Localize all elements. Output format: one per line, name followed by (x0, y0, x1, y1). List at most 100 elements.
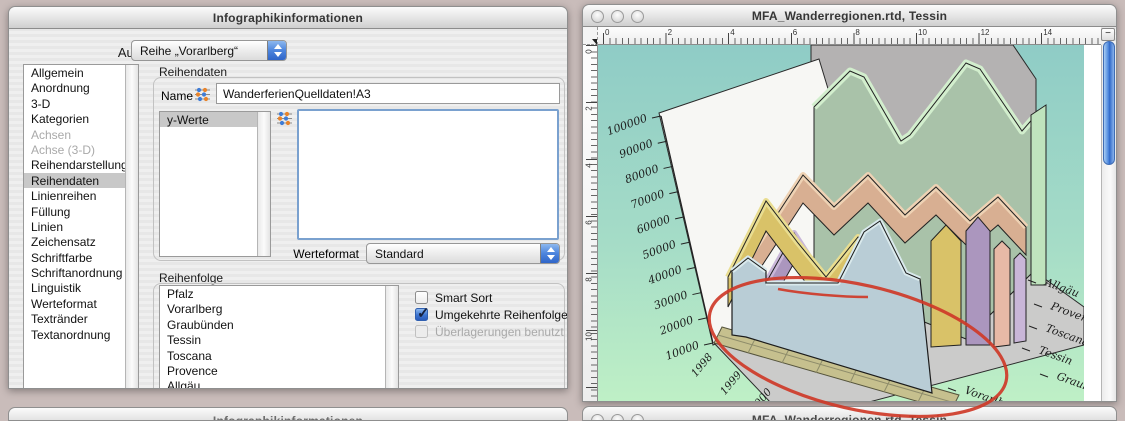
document-title: MFA_Wanderregionen.rtd, Tessin (583, 9, 1116, 23)
svg-text:10000: 10000 (664, 339, 701, 363)
document-window: MFA_Wanderregionen.rtd, Tessin 0 2 4 6 8 10 12… (582, 4, 1117, 402)
svg-text:1999: 1999 (718, 369, 745, 397)
column-purple (966, 217, 990, 345)
sidebar-scrollbar[interactable] (125, 65, 138, 389)
sidebar-item[interactable]: Schriftfarbe (24, 250, 138, 265)
sidebar-item[interactable]: Anordnung (24, 80, 138, 95)
name-label: Name (161, 89, 193, 103)
checkbox-label: Smart Sort (435, 291, 492, 305)
data-source-icon[interactable] (194, 86, 211, 103)
background-inspector-title: Infographikinformationen (9, 414, 567, 421)
werteformat-value: Standard (375, 247, 537, 261)
document-titlebar[interactable]: MFA_Wanderregionen.rtd, Tessin (583, 5, 1116, 27)
sidebar-item[interactable]: Zeichensatz (24, 234, 138, 249)
sidebar-item[interactable]: Werteformat (24, 296, 138, 311)
ruler-number: 12 (981, 28, 990, 37)
checkbox-icon (415, 325, 428, 338)
sidebar-item[interactable]: Kategorien (24, 111, 138, 126)
sidebar-item[interactable]: 3-D (24, 96, 138, 111)
scrollbar-thumb[interactable] (1103, 41, 1115, 165)
ruler-number: 6 (585, 218, 594, 228)
series-data-textarea[interactable] (297, 109, 559, 240)
series-order-item[interactable]: Graubünden (160, 317, 398, 332)
werteformat-label: Werteformat (264, 247, 359, 261)
inspector-titlebar[interactable]: Infographikinformationen (9, 7, 567, 29)
ruler-number: 4 (730, 28, 734, 37)
background-inspector-window[interactable]: Infographikinformationen (8, 407, 568, 421)
sidebar-item[interactable]: Textanordnung (24, 327, 138, 342)
sidebar-item[interactable]: Reihendaten (24, 173, 138, 188)
ruler-number: 0 (605, 28, 609, 37)
sidebar-item: Achse (3-D) (24, 142, 138, 157)
sidebar-item[interactable]: Reihendarstellung (24, 157, 138, 172)
column-lavender (1014, 253, 1026, 343)
svg-text:40000: 40000 (645, 263, 683, 288)
3d-chart-object[interactable]: 1000009000080000700006000050000400003000… (598, 45, 1084, 402)
horizontal-ruler: 02468101214 (598, 27, 1101, 45)
checkbox-label: Überlagerungen benutzt (435, 325, 564, 339)
werteformat-popup[interactable]: Standard (366, 243, 560, 264)
value-type-list: y-Werte (159, 111, 271, 257)
checkbox-label: Umgekehrte Reihenfolge (435, 308, 568, 322)
sidebar-item[interactable]: Textränder (24, 311, 138, 326)
svg-text:90000: 90000 (617, 137, 654, 161)
ruler-number: 2 (585, 104, 594, 114)
series-order-item[interactable]: Pfalz (160, 286, 398, 301)
svg-text:Vorarlberg: Vorarlberg (963, 384, 1024, 402)
sidebar-item[interactable]: Linguistik (24, 280, 138, 295)
popup-stepper-icon (267, 41, 286, 60)
value-type-scrollbar[interactable] (257, 112, 270, 256)
ruler-number: 14 (1043, 28, 1052, 37)
series-order-scrollbar[interactable] (385, 286, 398, 389)
series-order-item[interactable]: Tessin (160, 332, 398, 347)
svg-text:80000: 80000 (623, 162, 660, 186)
ruler-number: 6 (793, 28, 797, 37)
sidebar-item[interactable]: Linien (24, 219, 138, 234)
ruler-number: 4 (585, 161, 594, 171)
data-values-icon[interactable] (276, 110, 293, 127)
sidebar-item[interactable]: Schriftanordnung (24, 265, 138, 280)
series-name-input[interactable]: WanderferienQuelldaten!A3 (216, 83, 560, 104)
checkbox-icon[interactable] (415, 308, 428, 321)
series-allgaeu-side (1031, 105, 1046, 285)
ruler-number: 2 (668, 28, 672, 37)
background-document-window[interactable]: MFA_Wanderregionen.rtd, Tessin (582, 406, 1117, 421)
sidebar-item[interactable]: Füllung (24, 204, 138, 219)
ruler-number: 0 (585, 47, 594, 57)
vertical-scrollbar[interactable] (1101, 45, 1116, 401)
svg-text:60000: 60000 (635, 212, 672, 236)
sidebar-item: Achsen (24, 127, 138, 142)
ruler-number: 10 (585, 332, 594, 342)
ruler-number: 10 (918, 28, 927, 37)
series-selector-value: Reihe „Vorarlberg“ (140, 44, 264, 58)
value-type-item[interactable]: y-Werte (160, 112, 270, 127)
series-selector-popup[interactable]: Reihe „Vorarlberg“ (131, 40, 287, 61)
column-yellow (931, 225, 961, 347)
sidebar-item[interactable]: Linienreihen (24, 188, 138, 203)
checkbox-icon[interactable] (415, 291, 428, 304)
inspector-window: Infographikinformationen Auswahl Reihe „… (8, 6, 568, 389)
series-order-list: PfalzVorarlbergGraubündenTessinToscanaPr… (159, 285, 399, 389)
svg-text:100000: 100000 (605, 112, 649, 139)
series-order-item[interactable]: Vorarlberg (160, 301, 398, 316)
svg-text:1998: 1998 (689, 351, 716, 379)
document-page: 1000009000080000700006000050000400003000… (598, 45, 1103, 401)
inspector-sidebar-list: AllgemeinAnordnung3-DKategorienAchsenAch… (23, 64, 139, 389)
column-pink (994, 241, 1010, 347)
vertical-ruler: 0 2 4 6 8 10 (583, 45, 598, 401)
background-document-title: MFA_Wanderregionen.rtd, Tessin (583, 413, 1116, 421)
inspector-title: Infographikinformationen (9, 11, 567, 25)
svg-text:20000: 20000 (657, 313, 695, 338)
ruler-collapse-button[interactable]: − (1101, 28, 1115, 41)
ruler-number: 8 (585, 275, 594, 285)
sidebar-item[interactable]: Allgemein (24, 65, 138, 80)
desktop: { "colors": { "desktop": "#c9bcba", "aqu… (0, 0, 1125, 421)
svg-text:30000: 30000 (652, 288, 689, 312)
svg-text:70000: 70000 (629, 187, 666, 211)
svg-text:Graubünden: Graubünden (1055, 370, 1084, 402)
svg-text:50000: 50000 (641, 238, 678, 262)
series-order-item[interactable]: Toscana (160, 348, 398, 363)
series-order-item[interactable]: Allgäu (160, 378, 398, 389)
series-order-item[interactable]: Provence (160, 363, 398, 378)
popup-stepper-icon (540, 244, 559, 263)
